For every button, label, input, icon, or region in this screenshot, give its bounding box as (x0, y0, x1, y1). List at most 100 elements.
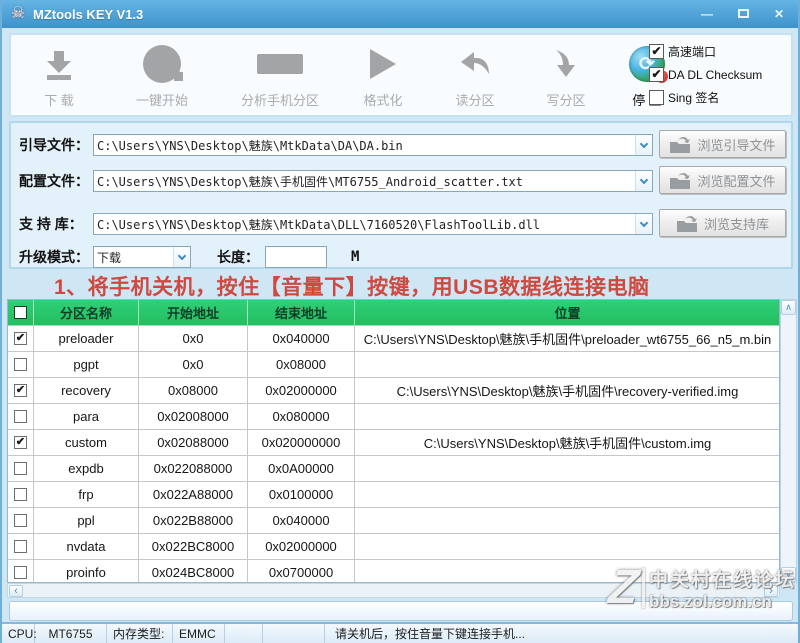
row-checkbox[interactable]: ✔ (14, 332, 27, 345)
write-partition-icon (551, 45, 581, 83)
row-checkbox[interactable]: ✔ (14, 436, 27, 449)
maximize-icon (738, 9, 749, 18)
end-address: 0x0700000 (248, 560, 355, 583)
boot-file-label: 引导文件： (19, 135, 93, 155)
row-checkbox[interactable] (14, 540, 27, 553)
header-partition-name: 分区名称 (34, 300, 139, 326)
support-lib-combobox[interactable]: C:\Users\YNS\Desktop\魅族\MtkData\DLL\7160… (93, 213, 653, 235)
end-address: 0x0A00000 (248, 456, 355, 482)
combo-dropdown-button[interactable] (635, 214, 652, 234)
start-address: 0x0 (139, 326, 248, 352)
file-settings-panel: 引导文件： C:\Users\YNS\Desktop\魅族\MtkData\DA… (9, 121, 793, 269)
analyze-partitions-button[interactable]: 分析手机分区 (227, 41, 333, 111)
start-address: 0x022B88000 (139, 508, 248, 534)
instruction-text: 1、将手机关机，按住【音量下】按键，用USB数据线连接电脑 (54, 271, 774, 301)
length-label: 长度： (217, 247, 259, 267)
partition-name: nvdata (34, 534, 139, 560)
support-lib-row: 支 持 库： C:\Users\YNS\Desktop\魅族\MtkData\D… (19, 212, 653, 236)
app-skull-icon: ☠ (8, 4, 28, 24)
checkbox-high-speed-port[interactable]: ✔ 高速端口 (649, 43, 785, 60)
checkbox-icon (649, 90, 664, 105)
analyze-partitions-icon (257, 45, 303, 83)
chevron-down-icon (640, 175, 648, 183)
row-checkbox[interactable] (14, 410, 27, 423)
minimize-button[interactable]: — (698, 7, 716, 21)
status-memory-label: 内存类型: (107, 624, 173, 643)
table-vertical-scrollbar[interactable]: ∧ ∨ (780, 299, 797, 583)
status-memory-value: EMMC (173, 624, 225, 643)
status-cpu-label: CPU: (2, 624, 35, 643)
end-address: 0x080000 (248, 404, 355, 430)
table-row[interactable]: pgpt 0x0 0x08000 (8, 352, 780, 378)
config-file-label: 配置文件： (19, 171, 93, 191)
header-start-address: 开始地址 (139, 300, 248, 326)
row-checkbox[interactable] (14, 488, 27, 501)
browse-support-lib-button[interactable]: 浏览支持库 (659, 209, 786, 237)
status-bar: CPU: MT6755 内存类型: EMMC 请关机后，按住音量下键连接手机..… (2, 622, 800, 643)
scroll-left-icon[interactable]: ‹ (9, 585, 23, 597)
browse-config-file-button[interactable]: 浏览配置文件 (659, 166, 786, 194)
partition-name: para (34, 404, 139, 430)
window-title: MZtools KEY V1.3 (33, 7, 698, 22)
write-partition-button[interactable]: 写分区 (527, 41, 605, 111)
combo-dropdown-button[interactable] (635, 135, 652, 155)
status-cpu-value: MT6755 (35, 624, 107, 643)
app-window: ☠ MZtools KEY V1.3 — ✕ 下 载 一键开始 分析手机分区 格… (0, 0, 800, 643)
table-header-row: 分区名称 开始地址 结束地址 位置 (8, 300, 780, 326)
combo-dropdown-button[interactable] (173, 247, 190, 267)
maximize-button[interactable] (734, 7, 752, 21)
table-row[interactable]: ✔ custom 0x02088000 0x020000000 C:\Users… (8, 430, 780, 456)
row-checkbox[interactable] (14, 462, 27, 475)
scroll-down-icon[interactable]: ∨ (781, 567, 796, 582)
download-icon (42, 45, 76, 83)
header-end-address: 结束地址 (248, 300, 355, 326)
partition-name: proinfo (34, 560, 139, 583)
select-all-checkbox[interactable] (14, 306, 27, 319)
status-empty-cell (263, 624, 325, 643)
row-checkbox[interactable] (14, 566, 27, 579)
partition-name: preloader (34, 326, 139, 352)
upgrade-mode-label: 升级模式： (19, 247, 93, 267)
location: C:\Users\YNS\Desktop\魅族\手机固件\preloader_w… (355, 326, 780, 352)
table-row[interactable]: nvdata 0x022BC8000 0x02000000 (8, 534, 780, 560)
location (355, 352, 780, 378)
table-row[interactable]: ✔ recovery 0x08000 0x02000000 C:\Users\Y… (8, 378, 780, 404)
scroll-up-icon[interactable]: ∧ (781, 300, 796, 315)
partition-name: recovery (34, 378, 139, 404)
row-checkbox[interactable] (14, 514, 27, 527)
download-button[interactable]: 下 载 (27, 41, 91, 111)
row-checkbox[interactable]: ✔ (14, 384, 27, 397)
table-row[interactable]: proinfo 0x024BC8000 0x0700000 (8, 560, 780, 583)
format-button[interactable]: 格式化 (347, 41, 419, 111)
length-input[interactable] (265, 246, 327, 268)
end-address: 0x040000 (248, 326, 355, 352)
combo-dropdown-button[interactable] (635, 171, 652, 191)
table-row[interactable]: para 0x02008000 0x080000 (8, 404, 780, 430)
start-address: 0x022BC8000 (139, 534, 248, 560)
boot-file-combobox[interactable]: C:\Users\YNS\Desktop\魅族\MtkData\DA\DA.bi… (93, 134, 653, 156)
config-file-combobox[interactable]: C:\Users\YNS\Desktop\魅族\手机固件\MT6755_Andr… (93, 170, 653, 192)
scroll-right-icon[interactable]: › (764, 585, 778, 597)
location: C:\Users\YNS\Desktop\魅族\手机固件\custom.img (355, 430, 780, 456)
folder-icon (669, 172, 691, 189)
location (355, 456, 780, 482)
end-address: 0x0100000 (248, 482, 355, 508)
one-key-start-button[interactable]: 一键开始 (119, 41, 205, 111)
table-row[interactable]: frp 0x022A88000 0x0100000 (8, 482, 780, 508)
location (355, 534, 780, 560)
browse-boot-file-button[interactable]: 浏览引导文件 (659, 130, 786, 158)
end-address: 0x040000 (248, 508, 355, 534)
checkbox-da-dl-checksum[interactable]: ✔ DA DL Checksum (649, 67, 785, 82)
table-row[interactable]: ppl 0x022B88000 0x040000 (8, 508, 780, 534)
table-row[interactable]: ✔ preloader 0x0 0x040000 C:\Users\YNS\De… (8, 326, 780, 352)
row-checkbox[interactable] (14, 358, 27, 371)
chevron-down-icon (178, 251, 186, 259)
checkbox-sing-signature[interactable]: Sing 签名 (649, 89, 785, 106)
table-row[interactable]: expdb 0x022088000 0x0A00000 (8, 456, 780, 482)
titlebar: ☠ MZtools KEY V1.3 — ✕ (2, 0, 800, 28)
read-partition-button[interactable]: 读分区 (437, 41, 513, 111)
table-horizontal-scrollbar[interactable]: ‹ › (7, 583, 780, 598)
close-button[interactable]: ✕ (770, 7, 788, 21)
select-all-cell[interactable] (8, 300, 34, 326)
upgrade-mode-select[interactable]: 下载 (93, 246, 191, 268)
